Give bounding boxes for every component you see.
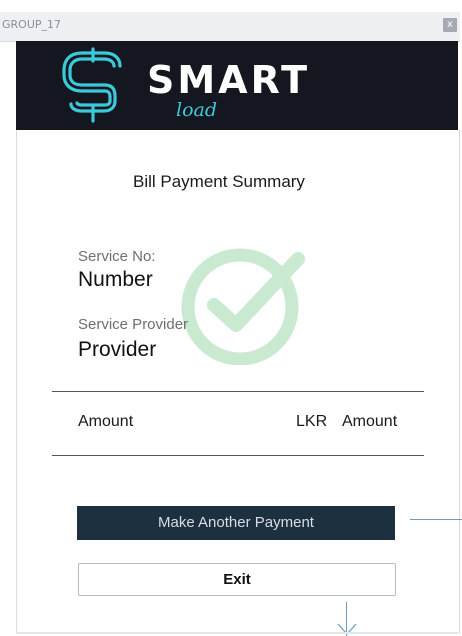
close-icon[interactable]: x: [443, 18, 457, 32]
amount-value: Amount: [342, 413, 398, 430]
checkmark-watermark-icon: [181, 248, 305, 365]
service-no-value: Number: [78, 268, 153, 291]
window-title: GROUP_17: [2, 18, 62, 31]
window-bottom-border: [16, 632, 458, 634]
window-titlebar: GROUP_17 x: [0, 12, 460, 42]
page-title: Bill Payment Summary: [133, 172, 305, 191]
brand-header: SMART load: [16, 41, 458, 130]
summary-panel: [16, 130, 460, 634]
divider-top: [52, 391, 424, 392]
make-another-payment-button[interactable]: Make Another Payment: [77, 506, 395, 540]
service-no-label: Service No:: [78, 248, 156, 265]
divider-bottom: [52, 455, 424, 456]
currency-label: LKR: [296, 413, 328, 430]
exit-button[interactable]: Exit: [78, 563, 396, 596]
brand-tagline: load: [176, 99, 218, 121]
connector-line: [410, 519, 462, 520]
service-provider-value: Provider: [78, 338, 157, 361]
brand-name: SMART: [147, 58, 311, 102]
amount-label: Amount: [78, 413, 134, 430]
service-provider-label: Service Provider: [78, 316, 189, 333]
